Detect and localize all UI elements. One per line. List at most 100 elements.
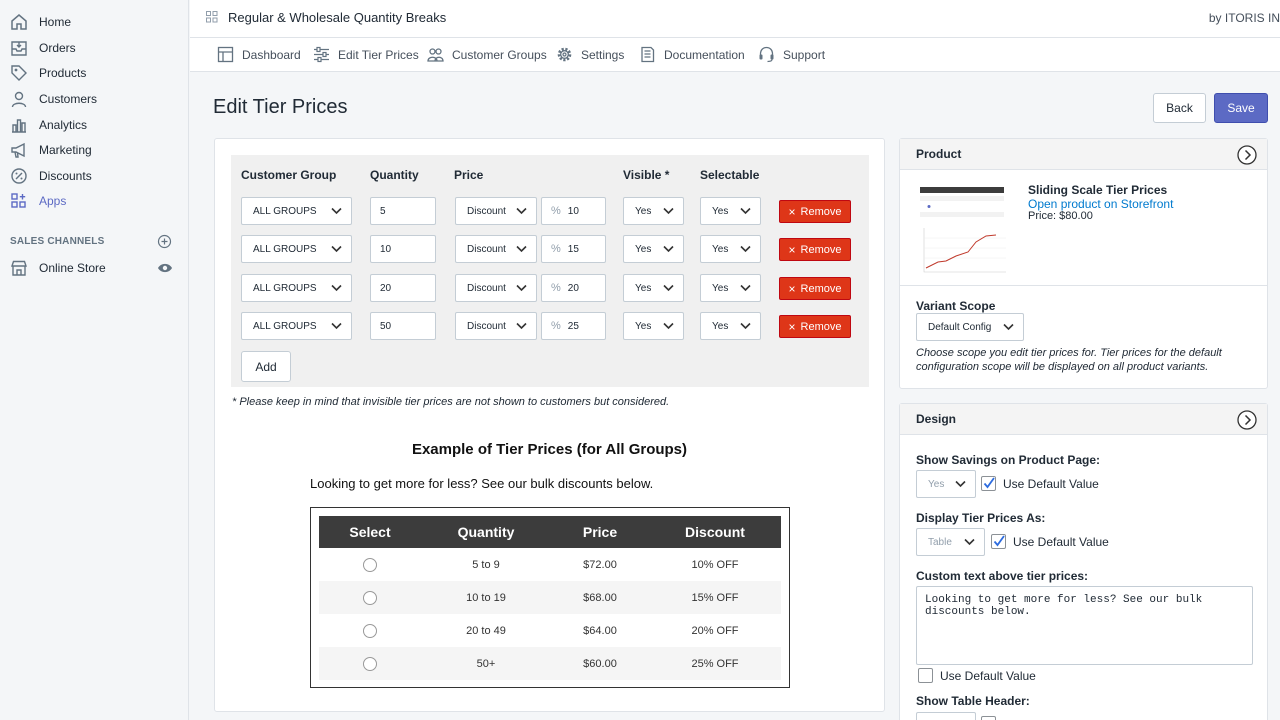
app-menu: Dashboard Edit Tier Prices Customer Grou…	[190, 38, 1280, 72]
discount-icon	[10, 167, 28, 185]
column-header-selectable: Selectable	[700, 168, 760, 182]
show-table-header-default-checkbox[interactable]	[981, 716, 996, 720]
discount-percent-input[interactable]: % 20	[541, 274, 606, 302]
remove-tier-button[interactable]: × Remove	[779, 277, 851, 300]
quantity-input[interactable]: 50	[370, 312, 436, 340]
tab-support[interactable]: Support	[758, 46, 825, 63]
discount-percent-input[interactable]: % 25	[541, 312, 606, 340]
sidebar-item-analytics[interactable]: Analytics	[0, 112, 189, 138]
preview-rows: 5 to 9 $72.00 10% OFF 10 to 19 $68.00 15% OFF…	[319, 548, 781, 680]
sidebar-item-label: Discounts	[39, 169, 92, 183]
chevron-right-circle-icon[interactable]	[1237, 410, 1257, 430]
sidebar-item-label: Marketing	[39, 143, 92, 157]
quantity-input[interactable]: 10	[370, 235, 436, 263]
dashboard-icon	[217, 46, 234, 63]
add-channel-icon[interactable]	[157, 234, 172, 249]
remove-tier-button[interactable]: × Remove	[779, 238, 851, 261]
column-header-visible: Visible *	[623, 168, 670, 182]
remove-tier-button[interactable]: × Remove	[779, 315, 851, 338]
sidebar: Home Orders Products Customers Analytics…	[0, 0, 189, 720]
save-button[interactable]: Save	[1214, 93, 1268, 123]
tab-documentation[interactable]: Documentation	[639, 46, 745, 63]
tab-customer-groups[interactable]: Customer Groups	[427, 46, 547, 63]
open-storefront-link[interactable]: Open product on Storefront	[1028, 197, 1173, 211]
page-title: Edit Tier Prices	[213, 96, 348, 118]
preview-price: $64.00	[583, 624, 617, 637]
example-title: Example of Tier Prices (for All Groups)	[411, 441, 688, 458]
developer-credit[interactable]: by ITORIS IN	[1209, 11, 1280, 25]
price-type-select[interactable]: Discount	[455, 274, 537, 302]
tier-prices-card: Customer Group Quantity Price Visible * …	[214, 138, 885, 712]
sidebar-item-customers[interactable]: Customers	[0, 86, 189, 112]
sidebar-item-marketing[interactable]: Marketing	[0, 137, 189, 163]
show-table-header-select[interactable]	[916, 712, 976, 720]
product-price: Price: $80.00	[1028, 210, 1093, 222]
sidebar-item-orders[interactable]: Orders	[0, 35, 189, 61]
sidebar-item-products[interactable]: Products	[0, 60, 189, 86]
price-type-select[interactable]: Discount	[455, 235, 537, 263]
custom-text-textarea[interactable]: Looking to get more for less? See our bu…	[916, 586, 1253, 665]
tab-edit-tier-prices[interactable]: Edit Tier Prices	[313, 46, 419, 63]
chevron-down-icon	[516, 245, 527, 253]
preview-header-discount: Discount	[685, 524, 745, 540]
design-panel-title: Design	[916, 412, 957, 426]
chevron-right-circle-icon[interactable]	[1237, 145, 1257, 165]
tier-radio[interactable]	[363, 656, 377, 671]
tier-radio[interactable]	[363, 590, 377, 605]
display-as-label: Display Tier Prices As:	[916, 511, 1046, 525]
tab-dashboard[interactable]: Dashboard	[217, 46, 301, 63]
quantity-input[interactable]: 20	[370, 274, 436, 302]
selectable-select[interactable]: Yes	[700, 197, 761, 225]
variant-scope-select[interactable]: Default Config	[916, 313, 1024, 341]
quantity-input[interactable]: 5	[370, 197, 436, 225]
tab-settings[interactable]: Settings	[556, 46, 624, 63]
remove-tier-button[interactable]: × Remove	[779, 200, 851, 223]
display-as-default-checkbox[interactable]	[991, 534, 1006, 549]
custom-text-default-checkbox[interactable]	[918, 668, 933, 683]
sidebar-item-label: Orders	[39, 41, 76, 55]
preview-select-cell	[319, 548, 421, 581]
discount-percent-input[interactable]: % 15	[541, 235, 606, 263]
show-savings-default-label: Use Default Value	[1003, 477, 1099, 491]
selectable-select[interactable]: Yes	[700, 274, 761, 302]
visible-select[interactable]: Yes	[623, 312, 684, 340]
discount-percent-input[interactable]: % 10	[541, 197, 606, 225]
selectable-select[interactable]: Yes	[700, 235, 761, 263]
chevron-down-icon	[740, 245, 751, 253]
customer-group-select[interactable]: ALL GROUPS	[241, 312, 352, 340]
preview-table: Select Quantity Price Discount 5 to 9 $72…	[319, 516, 781, 680]
add-tier-button[interactable]: Add	[241, 351, 291, 382]
sidebar-item-discounts[interactable]: Discounts	[0, 163, 189, 189]
back-button[interactable]: Back	[1153, 93, 1206, 123]
tier-radio[interactable]	[363, 557, 377, 572]
price-type-select[interactable]: Discount	[455, 197, 537, 225]
display-as-default-label: Use Default Value	[1013, 535, 1109, 549]
eye-icon[interactable]	[157, 261, 173, 275]
close-icon: ×	[788, 204, 796, 219]
preview-row: 20 to 49 $64.00 20% OFF	[319, 614, 781, 647]
customer-group-select[interactable]: ALL GROUPS	[241, 235, 352, 263]
preview-row: 10 to 19 $68.00 15% OFF	[319, 581, 781, 614]
sidebar-item-label: Customers	[39, 92, 98, 106]
sidebar-item-apps[interactable]: Apps	[0, 188, 189, 214]
chevron-down-icon	[955, 480, 966, 488]
percent-sign: %	[551, 320, 561, 332]
show-savings-select[interactable]: Yes	[916, 470, 976, 498]
show-savings-default-checkbox[interactable]	[981, 476, 996, 491]
sidebar-item-label: Home	[39, 15, 72, 29]
price-type-select[interactable]: Discount	[455, 312, 537, 340]
display-as-select[interactable]: Table	[916, 528, 985, 556]
selectable-select[interactable]: Yes	[700, 312, 761, 340]
customer-group-select[interactable]: ALL GROUPS	[241, 274, 352, 302]
chevron-down-icon	[663, 322, 674, 330]
preview-quantity: 5 to 9	[472, 558, 500, 571]
customer-group-select[interactable]: ALL GROUPS	[241, 197, 352, 225]
close-icon: ×	[788, 281, 796, 296]
column-header-price: Price	[454, 168, 484, 182]
product-name: Sliding Scale Tier Prices	[1028, 183, 1168, 197]
tier-radio[interactable]	[363, 623, 377, 638]
visible-select[interactable]: Yes	[623, 235, 684, 263]
sidebar-item-home[interactable]: Home	[0, 9, 189, 35]
visible-select[interactable]: Yes	[623, 274, 684, 302]
visible-select[interactable]: Yes	[623, 197, 684, 225]
